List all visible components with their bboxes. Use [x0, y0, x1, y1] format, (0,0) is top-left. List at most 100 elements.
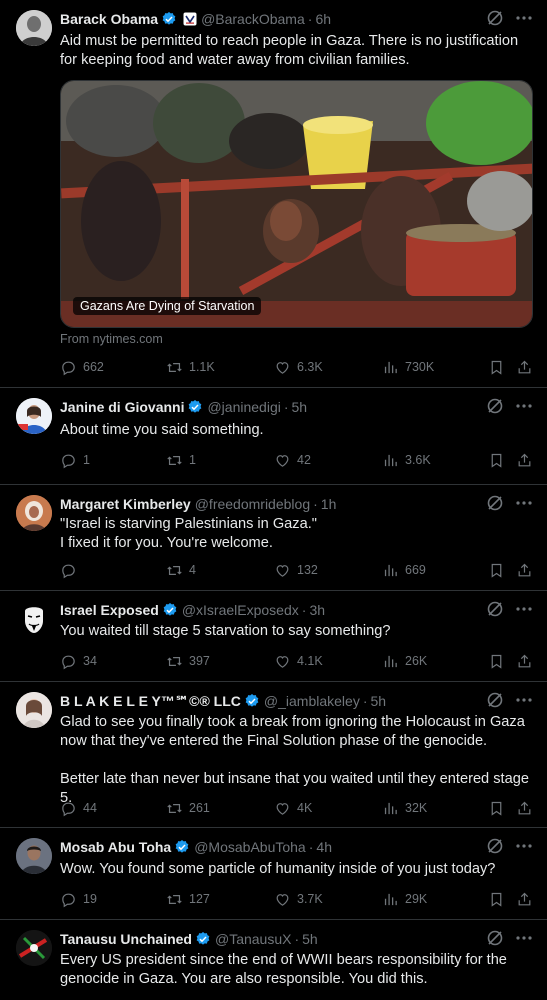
like-button[interactable]: 42 [274, 452, 311, 469]
share-button[interactable] [516, 562, 533, 579]
views-button[interactable]: 730K [382, 359, 434, 376]
tweet[interactable]: Barack Obama @BarackObama · 6h Aid must … [0, 0, 547, 388]
tweet-header: Israel Exposed @xIsraelExposedx · 3h [60, 600, 487, 620]
reply-icon [62, 802, 75, 816]
handle[interactable]: @janinedigi [207, 399, 280, 415]
reply-button[interactable]: 44 [60, 800, 97, 817]
more-icon[interactable] [513, 690, 535, 710]
share-button[interactable] [516, 653, 533, 670]
timestamp[interactable]: 3h [309, 602, 325, 618]
views-button[interactable]: 26K [382, 653, 427, 670]
top-icons [485, 690, 535, 710]
separator-dot: · [294, 931, 300, 947]
grok-icon[interactable] [485, 396, 505, 416]
timestamp[interactable]: 5h [302, 931, 318, 947]
views-button[interactable]: 29K [382, 891, 427, 908]
handle[interactable]: @TanausuX [215, 931, 291, 947]
more-icon[interactable] [513, 396, 535, 416]
grok-icon[interactable] [485, 599, 505, 619]
views-button[interactable]: 3.6K [382, 452, 431, 469]
tweet-text: Wow. You found some particle of humanity… [60, 860, 537, 879]
bookmark-button[interactable] [488, 800, 505, 817]
verified-badge-icon [163, 603, 177, 616]
display-name[interactable]: Tanausu Unchained [60, 931, 192, 947]
share-button[interactable] [516, 800, 533, 817]
avatar[interactable] [16, 601, 52, 637]
tweet-text-line: Glad to see you finally took a break fro… [60, 714, 525, 749]
avatar[interactable] [16, 692, 52, 728]
handle[interactable]: @freedomrideblog [195, 496, 310, 512]
tweet[interactable]: Mosab Abu Toha @MosabAbuToha · 4h Wow. Y… [0, 828, 547, 920]
more-icon[interactable] [513, 836, 535, 856]
avatar[interactable] [16, 838, 52, 874]
bookmark-button[interactable] [488, 452, 505, 469]
more-icon[interactable] [513, 493, 535, 513]
grok-icon[interactable] [485, 836, 505, 856]
avatar[interactable] [16, 398, 52, 434]
bookmark-button[interactable] [488, 562, 505, 579]
avatar[interactable] [16, 495, 52, 531]
reply-button[interactable]: 1 [60, 452, 90, 469]
display-name[interactable]: Barack Obama [60, 11, 158, 27]
timestamp[interactable]: 5h [370, 693, 386, 709]
display-name[interactable]: Janine di Giovanni [60, 399, 184, 415]
share-button[interactable] [516, 359, 533, 376]
retweet-button[interactable]: 397 [166, 653, 210, 670]
like-button[interactable]: 3.7K [274, 891, 323, 908]
grok-icon[interactable] [485, 8, 505, 28]
display-name[interactable]: Margaret Kimberley [60, 496, 191, 512]
reply-button[interactable] [60, 562, 83, 579]
timestamp[interactable]: 4h [316, 839, 332, 855]
reply-button[interactable]: 19 [60, 891, 97, 908]
top-icons [485, 836, 535, 856]
tweet-text: "Israel is starving Palestinians in Gaza… [60, 515, 537, 553]
views-button[interactable]: 669 [382, 562, 426, 579]
tweet[interactable]: Janine di Giovanni @janinedigi · 5h Abou… [0, 388, 547, 485]
like-count: 6.3K [297, 360, 323, 374]
views-icon [384, 655, 397, 667]
retweet-button[interactable]: 1.1K [166, 359, 215, 376]
more-icon[interactable] [513, 8, 535, 28]
handle[interactable]: @xIsraelExposedx [182, 602, 299, 618]
like-button[interactable]: 132 [274, 562, 318, 579]
retweet-button[interactable]: 261 [166, 800, 210, 817]
bookmark-button[interactable] [488, 891, 505, 908]
retweet-button[interactable]: 1 [166, 452, 196, 469]
tweet[interactable]: Tanausu Unchained @TanausuX · 5h Every U… [0, 920, 547, 1000]
more-icon[interactable] [513, 599, 535, 619]
reply-button[interactable]: 34 [60, 653, 97, 670]
more-icon[interactable] [513, 928, 535, 948]
link-card-image[interactable]: Gazans Are Dying of Starvation [60, 80, 533, 328]
views-button[interactable]: 32K [382, 800, 427, 817]
display-name[interactable]: Mosab Abu Toha [60, 839, 171, 855]
card-source[interactable]: From nytimes.com [60, 332, 163, 346]
reply-button[interactable]: 662 [60, 359, 104, 376]
bookmark-button[interactable] [488, 359, 505, 376]
avatar[interactable] [16, 10, 52, 46]
share-button[interactable] [516, 452, 533, 469]
handle[interactable]: @_iamblakeley [264, 693, 360, 709]
display-name[interactable]: Israel Exposed [60, 602, 159, 618]
like-button[interactable]: 4K [274, 800, 312, 817]
tweet[interactable]: B L A K E L E Y™℠©® LLC @_iamblakeley · … [0, 682, 547, 828]
retweet-button[interactable]: 127 [166, 891, 210, 908]
timestamp[interactable]: 6h [315, 11, 331, 27]
grok-icon[interactable] [485, 928, 505, 948]
grok-icon[interactable] [485, 493, 505, 513]
handle[interactable]: @MosabAbuToha [194, 839, 306, 855]
retweet-button[interactable]: 4 [166, 562, 196, 579]
like-button[interactable]: 6.3K [274, 359, 323, 376]
display-name[interactable]: B L A K E L E Y™℠©® LLC [60, 693, 241, 710]
timestamp[interactable]: 1h [321, 496, 337, 512]
bookmark-button[interactable] [488, 653, 505, 670]
timestamp[interactable]: 5h [292, 399, 308, 415]
like-button[interactable]: 4.1K [274, 653, 323, 670]
bookmark-icon [491, 892, 502, 907]
tweet[interactable]: Margaret Kimberley @freedomrideblog · 1h… [0, 485, 547, 591]
share-button[interactable] [516, 891, 533, 908]
avatar[interactable] [16, 930, 52, 966]
grok-icon[interactable] [485, 690, 505, 710]
tweet[interactable]: Israel Exposed @xIsraelExposedx · 3h You… [0, 591, 547, 682]
handle[interactable]: @BarackObama [201, 11, 305, 27]
views-count: 730K [405, 360, 435, 374]
